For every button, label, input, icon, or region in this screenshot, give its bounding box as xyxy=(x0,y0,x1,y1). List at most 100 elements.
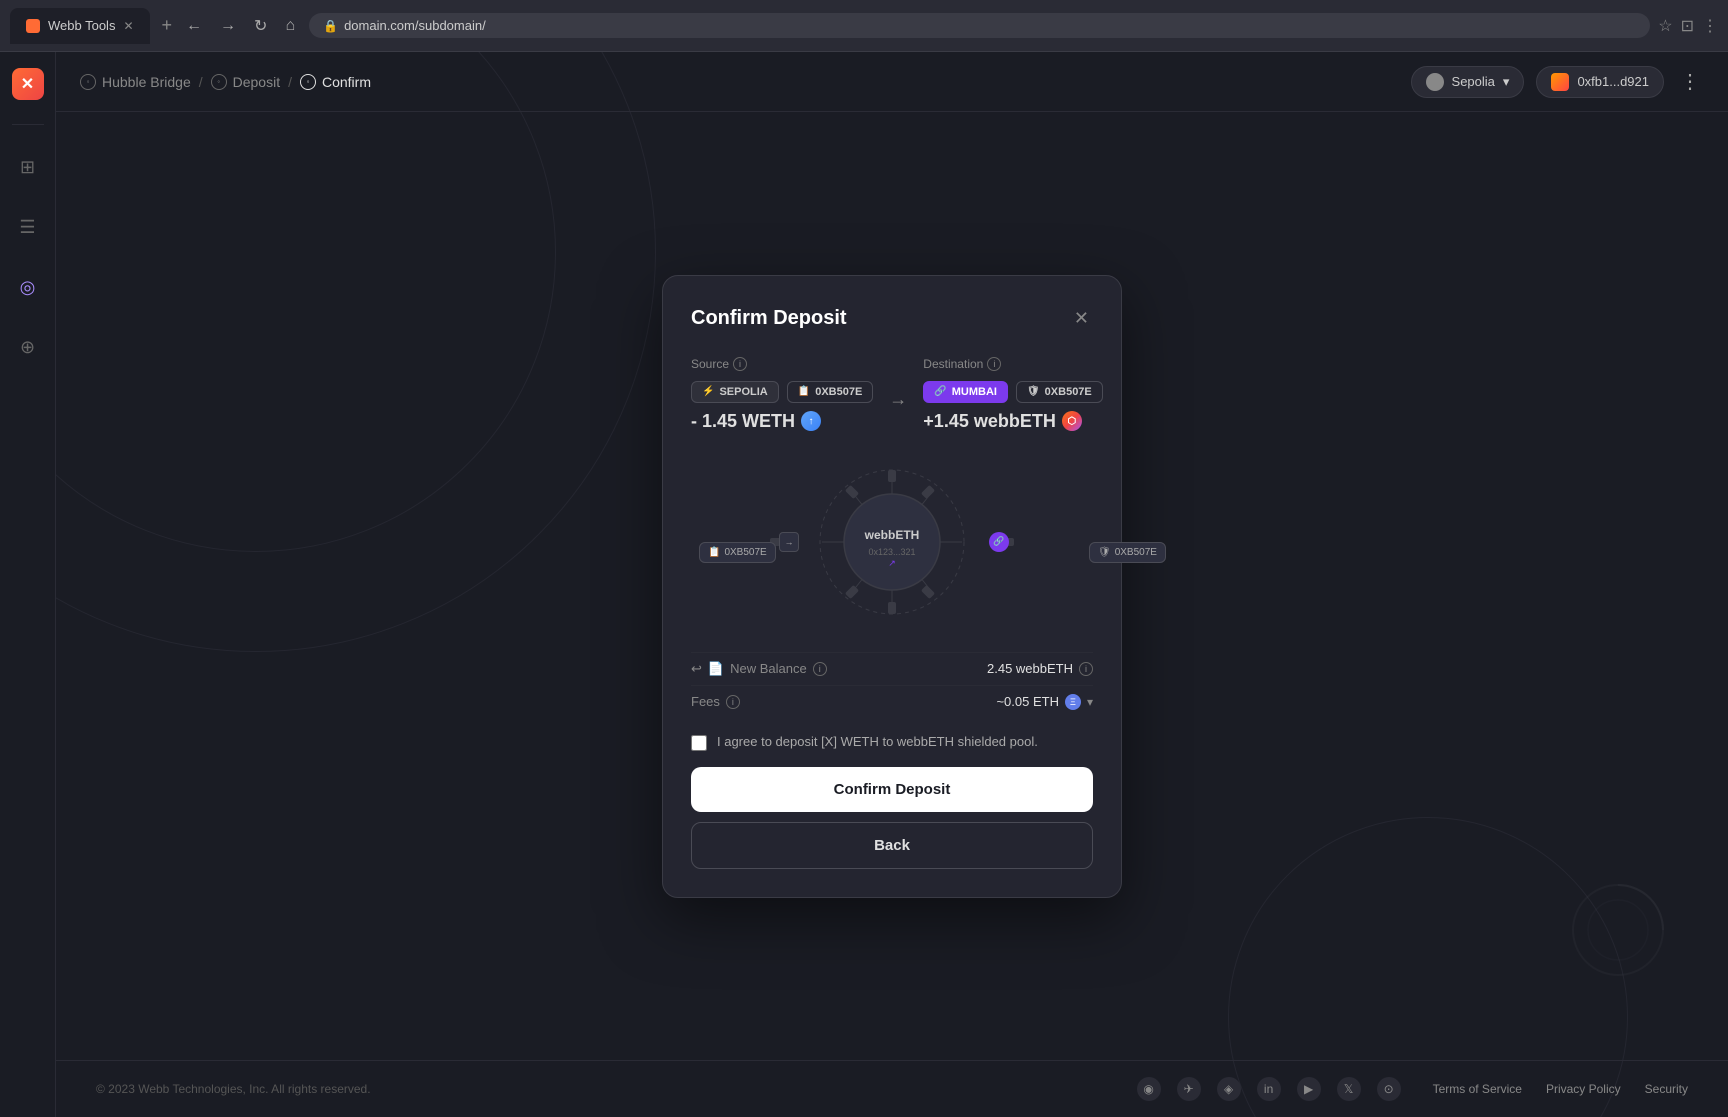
breadcrumb-confirm[interactable]: ◦ Confirm xyxy=(300,74,371,90)
chain-badge-icon-mumbai: 🔗 xyxy=(934,386,946,397)
social-icons: ◉ ✈ ◈ in ▶ 𝕏 ⊙ xyxy=(1137,1077,1401,1101)
nav-controls: ← → ↻ ⌂ xyxy=(180,12,301,40)
source-chain-badge: ⚡ SEPOLIA xyxy=(691,381,779,403)
webb-eth-icon: ⬡ xyxy=(1062,411,1082,431)
source-address-badge: 📋 0XB507E xyxy=(787,381,874,403)
new-balance-label: ↩ 📄 New Balance i xyxy=(691,661,827,677)
social-icon-website[interactable]: ◉ xyxy=(1137,1077,1161,1101)
breadcrumb-dot-confirm: ◦ xyxy=(300,74,316,90)
destination-address-badge: 🛡 0XB507E xyxy=(1016,381,1103,403)
app-header: ◦ Hubble Bridge / ◦ Deposit / ◦ Confirm … xyxy=(56,52,1728,112)
sidebar-logo[interactable]: ✕ xyxy=(12,68,44,100)
confirm-deposit-button[interactable]: Confirm Deposit xyxy=(691,767,1093,812)
agreement-row: I agree to deposit [X] WETH to webbETH s… xyxy=(691,734,1093,751)
refresh-button[interactable]: ↻ xyxy=(248,12,273,40)
new-balance-info-icon[interactable]: i xyxy=(813,662,827,676)
browser-actions: ☆ ⊡ ⋮ xyxy=(1658,16,1718,36)
viz-right-address: 0XB507E xyxy=(1115,547,1157,558)
browser-tab[interactable]: Webb Tools ✕ xyxy=(10,8,150,44)
menu-icon[interactable]: ⋮ xyxy=(1702,16,1718,36)
social-icon-github[interactable]: ⊙ xyxy=(1377,1077,1401,1101)
viz-right-connector: 🔗 xyxy=(989,532,1009,552)
destination-address: 0XB507E xyxy=(1045,386,1092,398)
more-options-button[interactable]: ⋮ xyxy=(1676,65,1704,98)
app-layout: ✕ ⊞ ☰ ◎ ⊕ ◦ Hubble Bridge / ◦ Deposit xyxy=(0,52,1728,1117)
fees-value: ~0.05 ETH Ξ ▾ xyxy=(996,694,1093,710)
viz-left-connector: → xyxy=(779,532,799,552)
network-label: Sepolia xyxy=(1452,74,1495,89)
transfer-row: Source i ⚡ SEPOLIA 📋 0XB507E xyxy=(691,357,1093,432)
back-button[interactable]: Back xyxy=(691,822,1093,869)
destination-chain-badges: 🔗 MUMBAI 🛡 0XB507E xyxy=(923,381,1102,403)
destination-label: Destination i xyxy=(923,357,1102,371)
eth-icon: Ξ xyxy=(1065,694,1081,710)
viz-left-node-icon: 📋 xyxy=(708,547,720,558)
weth-icon: ↑ xyxy=(801,411,821,431)
forward-button[interactable]: → xyxy=(214,13,242,39)
viz-left-address: 0XB507E xyxy=(724,547,766,558)
source-address-icon: 📋 xyxy=(798,386,810,397)
security-link[interactable]: Security xyxy=(1645,1082,1688,1096)
network-dropdown-icon: ▾ xyxy=(1503,74,1510,90)
sidebar-item-grid[interactable]: ⊞ xyxy=(10,149,46,185)
tab-close-button[interactable]: ✕ xyxy=(123,19,133,33)
header-right: Sepolia ▾ 0xfb1...d921 ⋮ xyxy=(1411,65,1704,98)
fees-label: Fees i xyxy=(691,694,740,709)
new-balance-doc-icon: 📄 xyxy=(708,661,724,677)
breadcrumb-label-hubble: Hubble Bridge xyxy=(102,74,191,90)
wallet-address: 0xfb1...d921 xyxy=(1577,74,1649,89)
new-tab-button[interactable]: + xyxy=(162,15,173,36)
new-balance-value-info-icon[interactable]: i xyxy=(1079,662,1093,676)
social-icon-linkedin[interactable]: in xyxy=(1257,1077,1281,1101)
sidebar-item-list[interactable]: ☰ xyxy=(10,209,46,245)
source-chain-name: SEPOLIA xyxy=(719,386,767,398)
agreement-checkbox[interactable] xyxy=(691,735,707,751)
back-button[interactable]: ← xyxy=(180,13,208,39)
star-icon[interactable]: ☆ xyxy=(1658,16,1672,36)
tab-favicon xyxy=(26,19,40,33)
privacy-link[interactable]: Privacy Policy xyxy=(1546,1082,1621,1096)
destination-side: Destination i 🔗 MUMBAI 🛡 0XB507E xyxy=(923,357,1102,432)
terms-link[interactable]: Terms of Service xyxy=(1433,1082,1522,1096)
modal-header: Confirm Deposit ✕ xyxy=(691,304,1093,333)
tab-title: Webb Tools xyxy=(48,18,115,33)
social-icon-telegram[interactable]: ✈ xyxy=(1177,1077,1201,1101)
fees-info-icon[interactable]: i xyxy=(726,695,740,709)
wallet-selector[interactable]: 0xfb1...d921 xyxy=(1536,66,1664,98)
fees-dropdown-icon[interactable]: ▾ xyxy=(1087,695,1093,709)
destination-chain-badge: 🔗 MUMBAI xyxy=(923,381,1008,403)
source-side: Source i ⚡ SEPOLIA 📋 0XB507E xyxy=(691,357,873,432)
source-info-icon[interactable]: i xyxy=(733,357,747,371)
sidebar-item-apps[interactable]: ⊕ xyxy=(10,329,46,365)
social-icon-youtube[interactable]: ▶ xyxy=(1297,1077,1321,1101)
breadcrumb-sep-2: / xyxy=(288,74,292,90)
extension-icon[interactable]: ⊡ xyxy=(1681,16,1694,36)
source-address: 0XB507E xyxy=(815,386,862,398)
destination-info-icon[interactable]: i xyxy=(987,357,1001,371)
breadcrumb-label-deposit: Deposit xyxy=(233,74,280,90)
agreement-text: I agree to deposit [X] WETH to webbETH s… xyxy=(717,734,1038,749)
breadcrumb-dot-hubble: ◦ xyxy=(80,74,96,90)
network-visualization: webbETH 0x123...321 ↗ 📋 0XB507E → xyxy=(691,452,1093,632)
destination-amount: +1.45 webbETH ⬡ xyxy=(923,411,1102,432)
transfer-arrow: → xyxy=(889,389,907,410)
new-balance-arrow-icon: ↩ xyxy=(691,661,702,677)
home-button[interactable]: ⌂ xyxy=(279,13,301,39)
new-balance-row: ↩ 📄 New Balance i 2.45 webbETH i xyxy=(691,652,1093,685)
svg-text:0x123...321: 0x123...321 xyxy=(868,547,915,557)
modal-close-button[interactable]: ✕ xyxy=(1070,304,1093,333)
breadcrumb-hubble-bridge[interactable]: ◦ Hubble Bridge xyxy=(80,74,191,90)
social-icon-discord[interactable]: ◈ xyxy=(1217,1077,1241,1101)
destination-address-icon: 🛡 xyxy=(1027,386,1040,397)
main-content: ◦ Hubble Bridge / ◦ Deposit / ◦ Confirm … xyxy=(56,52,1728,1117)
breadcrumb-sep-1: / xyxy=(199,74,203,90)
browser-chrome: Webb Tools ✕ + ← → ↻ ⌂ 🔒 domain.com/subd… xyxy=(0,0,1728,52)
sidebar-item-bridge[interactable]: ◎ xyxy=(10,269,46,305)
confirm-deposit-modal: Confirm Deposit ✕ Source i ⚡ xyxy=(662,275,1122,898)
destination-chain-name: MUMBAI xyxy=(952,386,997,398)
address-bar[interactable]: 🔒 domain.com/subdomain/ xyxy=(309,13,1650,38)
social-icon-twitter[interactable]: 𝕏 xyxy=(1337,1077,1361,1101)
breadcrumb-deposit[interactable]: ◦ Deposit xyxy=(211,74,280,90)
network-selector[interactable]: Sepolia ▾ xyxy=(1411,66,1525,98)
url-text: domain.com/subdomain/ xyxy=(344,18,486,33)
